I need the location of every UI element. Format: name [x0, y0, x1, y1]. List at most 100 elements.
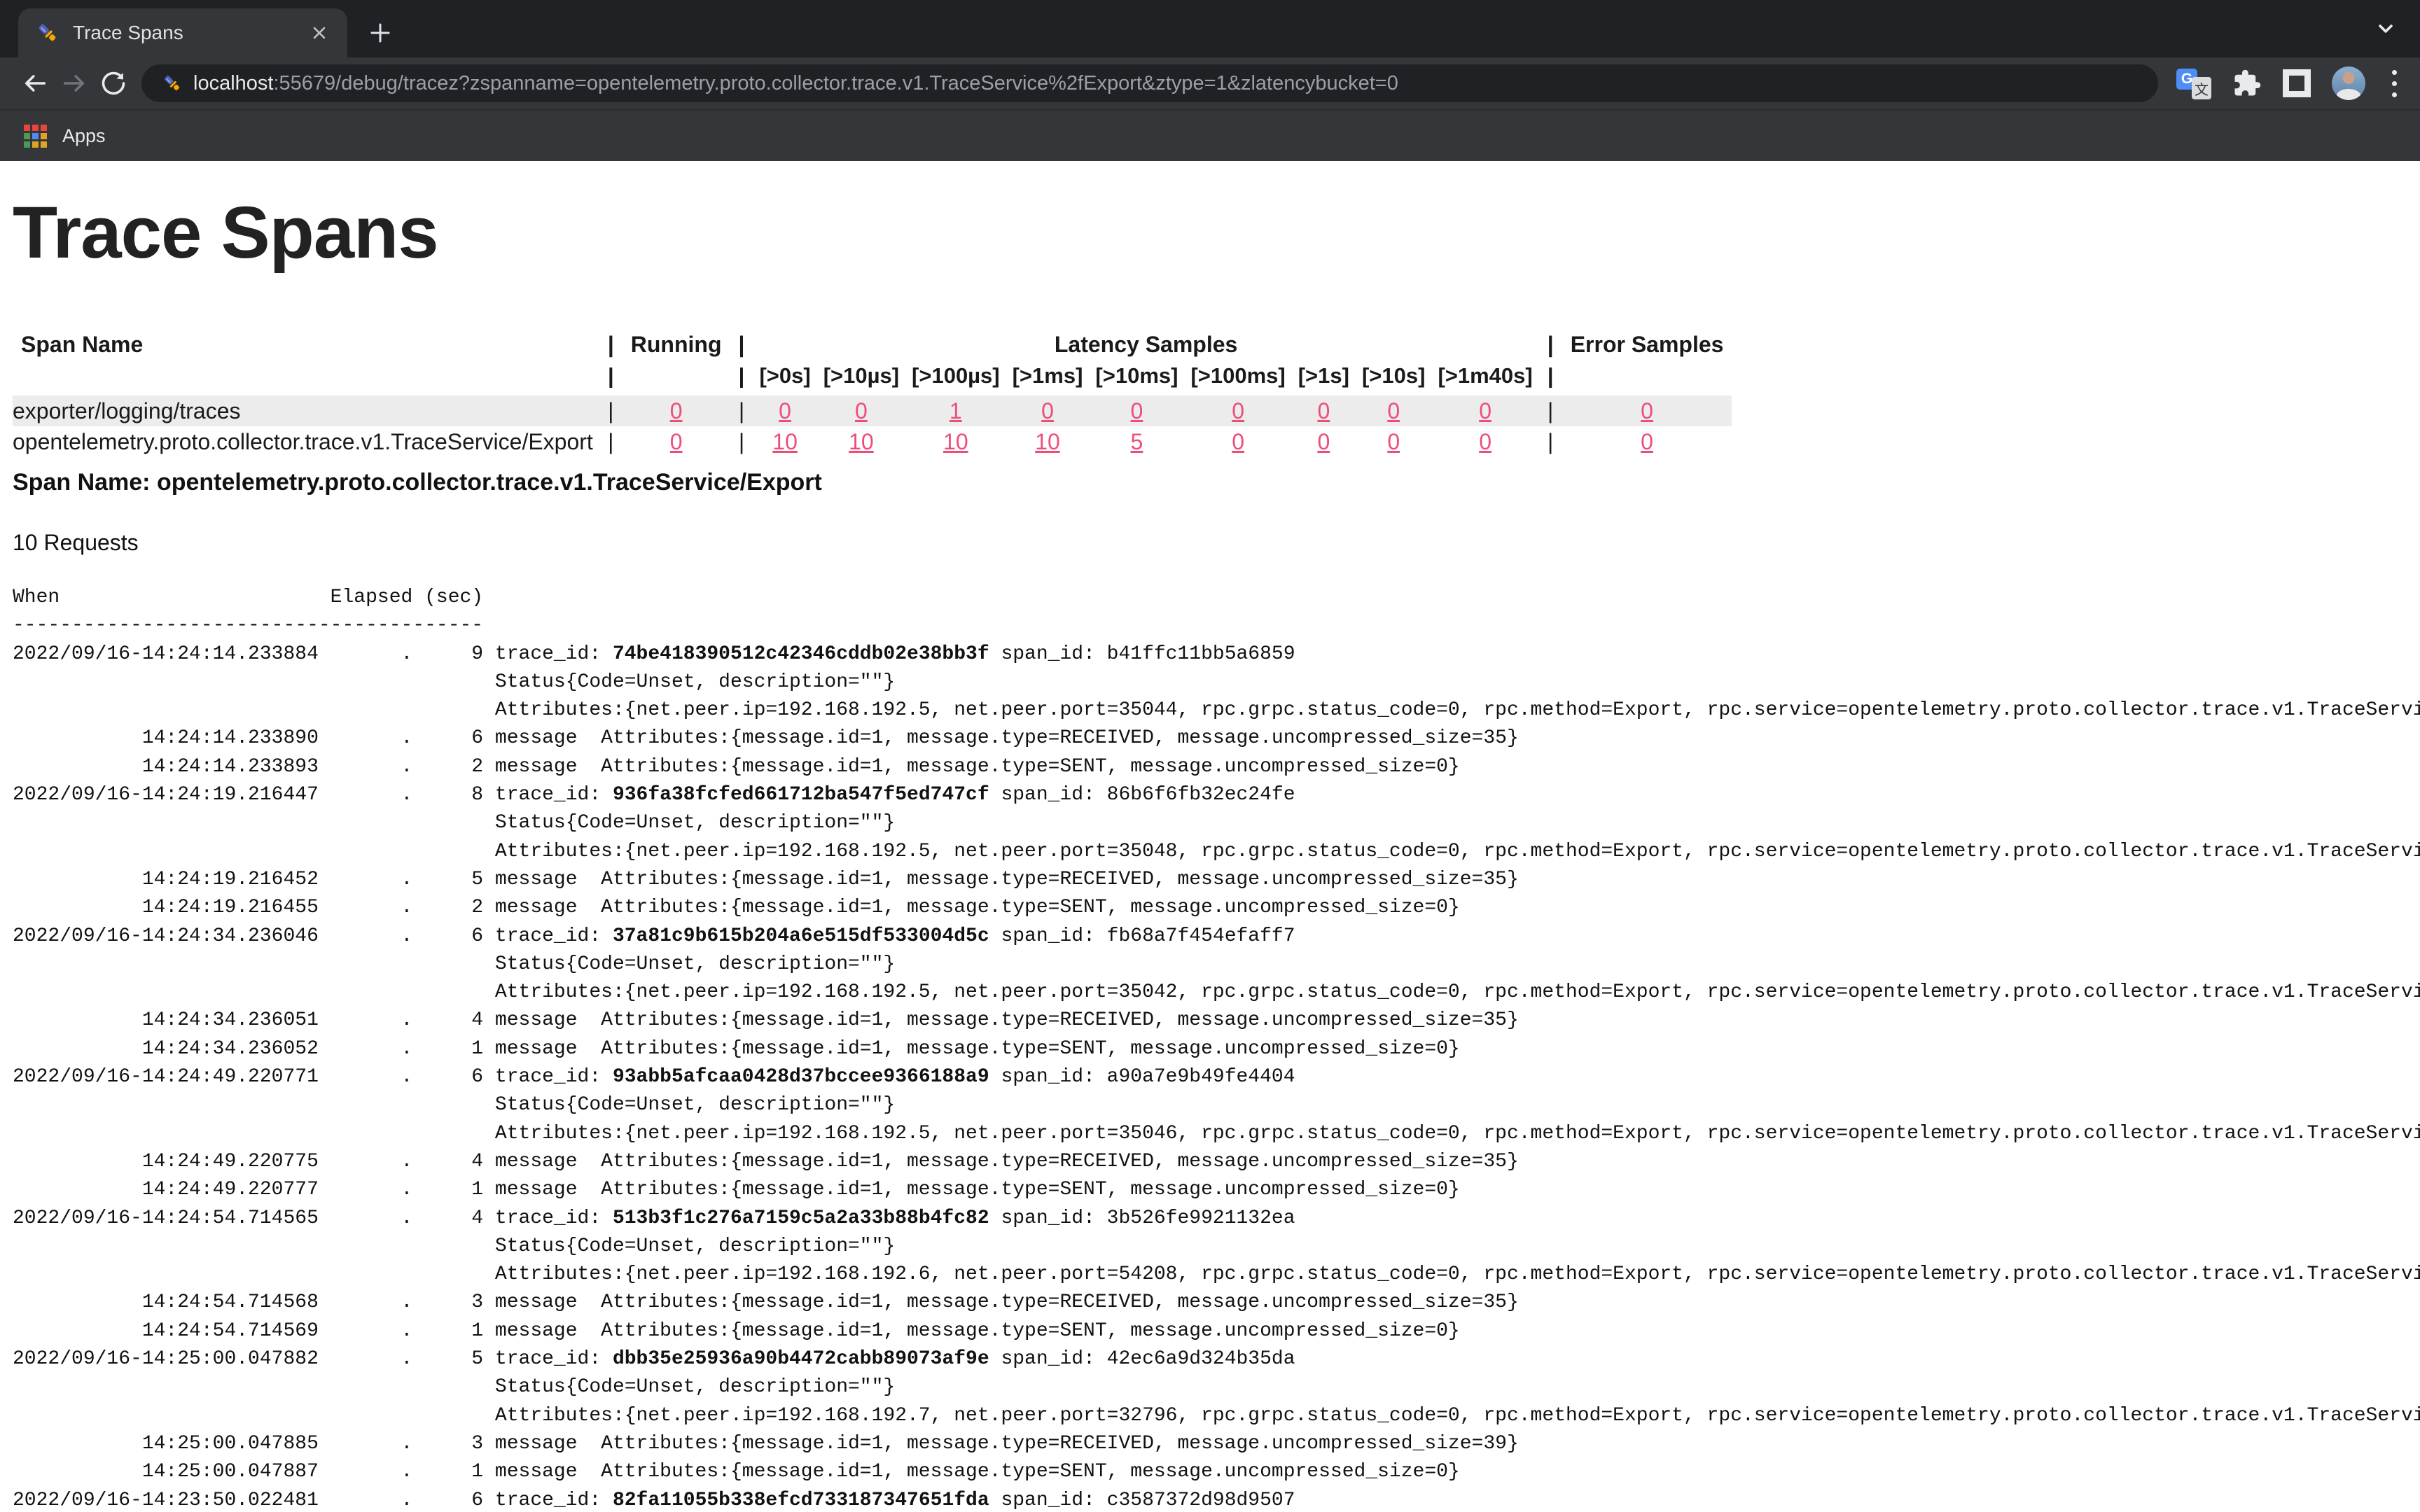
col-latency-samples: Latency Samples: [753, 314, 1538, 358]
log-attributes-line: Attributes:{net.peer.ip=192.168.192.6, n…: [13, 1261, 2420, 1289]
log-span-line: 2022/09/16-14:24:49.220771 . 6 trace_id:…: [13, 1063, 2420, 1091]
new-tab-button[interactable]: [363, 15, 398, 50]
log-status-line: Status{Code=Unset, description=""}: [13, 1091, 2420, 1119]
log-divider: ----------------------------------------: [13, 612, 2420, 640]
log-attributes-line: Attributes:{net.peer.ip=192.168.192.5, n…: [13, 979, 2420, 1007]
sample-count-link[interactable]: 0: [1479, 429, 1491, 454]
tab-title: Trace Spans: [73, 22, 307, 44]
url-host: localhost: [193, 72, 273, 94]
sample-count-link[interactable]: 0: [670, 429, 683, 454]
back-button[interactable]: [15, 64, 55, 103]
log-status-line: Status{Code=Unset, description=""}: [13, 668, 2420, 696]
sample-count-link[interactable]: 5: [1131, 429, 1143, 454]
column-separator: |: [730, 396, 753, 426]
sample-count-link[interactable]: 1: [950, 398, 962, 424]
latency-bucket-label: [>1s]: [1292, 358, 1356, 396]
tab-strip: Trace Spans: [0, 0, 2420, 57]
sample-count-link[interactable]: 0: [855, 398, 868, 424]
site-favicon: [162, 74, 182, 93]
latency-bucket-label: [>10ms]: [1089, 358, 1184, 396]
reload-button[interactable]: [94, 64, 133, 103]
log-message-line: 14:25:00.047885 . 3 message Attributes:{…: [13, 1430, 2420, 1458]
log-message-line: 14:24:49.220777 . 1 message Attributes:{…: [13, 1176, 2420, 1204]
log-status-line: Status{Code=Unset, description=""}: [13, 1233, 2420, 1261]
column-separator: |: [599, 426, 623, 457]
page-title: Trace Spans: [13, 195, 2420, 272]
sample-count-link[interactable]: 0: [1387, 429, 1400, 454]
column-separator: |: [599, 314, 623, 358]
sample-count-link[interactable]: 0: [1317, 429, 1330, 454]
sample-count-link[interactable]: 10: [849, 429, 874, 454]
sample-count-link[interactable]: 0: [1317, 398, 1330, 424]
sample-count-link[interactable]: 0: [1232, 398, 1244, 424]
log-message-line: 14:24:54.714568 . 3 message Attributes:{…: [13, 1289, 2420, 1317]
log-attributes-line: Attributes:{net.peer.ip=192.168.192.5, n…: [13, 1120, 2420, 1148]
sample-count-link[interactable]: 10: [943, 429, 968, 454]
sample-count-link[interactable]: 0: [1041, 398, 1054, 424]
latency-bucket-label: [>0s]: [753, 358, 816, 396]
sample-count-link[interactable]: 10: [1035, 429, 1060, 454]
log-message-line: 14:24:19.216455 . 2 message Attributes:{…: [13, 894, 2420, 922]
log-span-line: 2022/09/16-14:23:50.022481 . 6 trace_id:…: [13, 1487, 2420, 1512]
sample-count-link[interactable]: 0: [670, 398, 683, 424]
sample-count-link[interactable]: 0: [1387, 398, 1400, 424]
trace-id: 74be418390512c42346cddb02e38bb3f: [613, 643, 989, 665]
log-status-line: Status{Code=Unset, description=""}: [13, 951, 2420, 979]
span-name-cell: opentelemetry.proto.collector.trace.v1.T…: [13, 426, 599, 457]
log-attributes-line: Attributes:{net.peer.ip=192.168.192.5, n…: [13, 838, 2420, 866]
column-separator: |: [599, 396, 623, 426]
log-message-line: 14:24:14.233893 . 2 message Attributes:{…: [13, 753, 2420, 781]
page-content: Trace Spans Span Name | Running | Latenc…: [0, 161, 2420, 1512]
tab-search-chevron-icon[interactable]: [2370, 13, 2402, 45]
sample-count-link[interactable]: 10: [772, 429, 798, 454]
side-panel-extension-icon[interactable]: [2283, 69, 2311, 97]
forward-button[interactable]: [55, 64, 94, 103]
browser-menu-icon[interactable]: [2386, 70, 2402, 97]
trace-id: 37a81c9b615b204a6e515df533004d5c: [613, 925, 989, 947]
sample-count-link[interactable]: 0: [1479, 398, 1491, 424]
trace-id: dbb35e25936a90b4472cabb89073af9e: [613, 1348, 989, 1370]
trace-id: 936fa38fcfed661712ba547f5ed747cf: [613, 784, 989, 806]
latency-bucket-label: [>10µs]: [817, 358, 905, 396]
requests-count: 10 Requests: [13, 528, 2420, 556]
request-log: When Elapsed (sec)----------------------…: [13, 584, 2420, 1512]
tracez-table-body: exporter/logging/traces|0|001000000|0ope…: [13, 396, 1732, 457]
profile-avatar[interactable]: [2332, 66, 2365, 100]
table-header-row: Span Name | Running | Latency Samples | …: [13, 314, 1732, 358]
sample-count-link[interactable]: 0: [1641, 429, 1653, 454]
column-separator: |: [730, 314, 753, 358]
log-message-line: 14:24:19.216452 . 5 message Attributes:{…: [13, 866, 2420, 894]
url-path: :55679/debug/tracez?zspanname=openteleme…: [273, 72, 1398, 94]
tracez-table: Span Name | Running | Latency Samples | …: [13, 314, 1732, 457]
span-row: opentelemetry.proto.collector.trace.v1.T…: [13, 426, 1732, 457]
log-status-line: Status{Code=Unset, description=""}: [13, 809, 2420, 837]
url-text: localhost:55679/debug/tracez?zspanname=o…: [193, 72, 1398, 95]
column-separator: |: [730, 426, 753, 457]
trace-id: 93abb5afcaa0428d37bccee9366188a9: [613, 1066, 989, 1088]
tab-close-icon[interactable]: [307, 20, 332, 46]
latency-bucket-label: [>100µs]: [905, 358, 1006, 396]
sample-count-link[interactable]: 0: [1641, 398, 1653, 424]
log-attributes-line: Attributes:{net.peer.ip=192.168.192.7, n…: [13, 1402, 2420, 1430]
log-span-line: 2022/09/16-14:25:00.047882 . 5 trace_id:…: [13, 1345, 2420, 1373]
opentelemetry-favicon: [36, 22, 59, 44]
log-span-line: 2022/09/16-14:24:34.236046 . 6 trace_id:…: [13, 923, 2420, 951]
latency-bucket-label: [>10s]: [1356, 358, 1431, 396]
translate-extension-icon[interactable]: G 文: [2176, 67, 2211, 99]
sample-count-link[interactable]: 0: [1232, 429, 1244, 454]
apps-bookmark[interactable]: Apps: [62, 125, 106, 147]
span-row: exporter/logging/traces|0|001000000|0: [13, 396, 1732, 426]
column-separator: |: [730, 358, 753, 396]
url-bar[interactable]: localhost:55679/debug/tracez?zspanname=o…: [141, 64, 2158, 102]
apps-grid-icon: [24, 125, 47, 148]
sample-count-link[interactable]: 0: [1131, 398, 1143, 424]
browser-tab[interactable]: Trace Spans: [18, 8, 347, 57]
column-separator: |: [1539, 396, 1562, 426]
sample-count-link[interactable]: 0: [779, 398, 791, 424]
log-message-line: 14:24:34.236051 . 4 message Attributes:{…: [13, 1007, 2420, 1035]
col-error-samples: Error Samples: [1562, 314, 1732, 358]
extensions-puzzle-icon[interactable]: [2232, 69, 2262, 98]
column-separator: |: [1539, 358, 1562, 396]
column-separator: |: [1539, 314, 1562, 358]
bookmarks-bar: Apps: [0, 109, 2420, 161]
